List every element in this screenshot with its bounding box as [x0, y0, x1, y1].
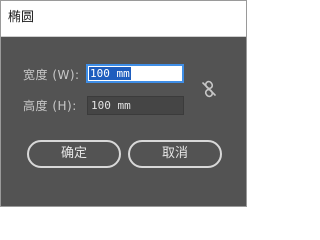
cancel-button[interactable]: 取消 — [128, 140, 222, 168]
dialog-body: 宽度 (W): 100 mm 高度 (H): 100 mm 确定 取消 — [1, 37, 246, 206]
height-value: 100 mm — [91, 99, 131, 112]
dialog-title: 椭圆 — [8, 10, 35, 25]
height-input[interactable]: 100 mm — [87, 96, 184, 115]
ok-button[interactable]: 确定 — [27, 140, 121, 168]
width-input[interactable]: 100 mm — [86, 64, 184, 83]
ellipse-dialog: 椭圆 宽度 (W): 100 mm 高度 (H): 100 mm 确定 取消 — [0, 0, 247, 207]
unlinked-chain-icon[interactable] — [200, 80, 218, 98]
height-label: 高度 (H): — [23, 99, 77, 113]
title-bar[interactable]: 椭圆 — [1, 1, 246, 37]
width-label: 宽度 (W): — [23, 68, 80, 82]
width-value: 100 mm — [89, 67, 131, 80]
